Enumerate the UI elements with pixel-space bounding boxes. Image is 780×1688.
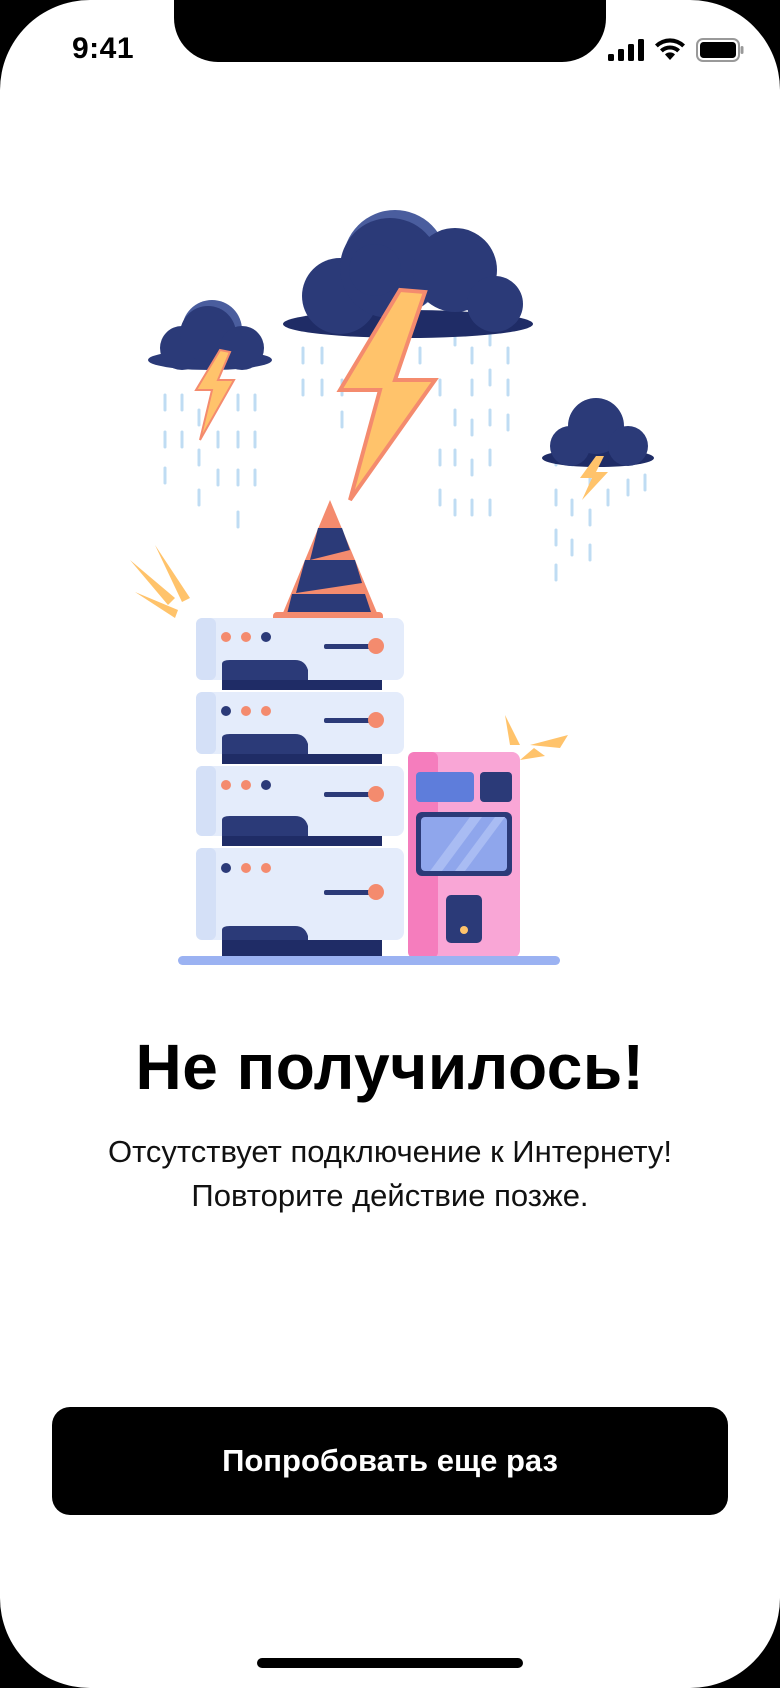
floor-line <box>178 956 560 965</box>
phone-screen: 9:41 Не получилось! Отсутствует подключе… <box>0 0 780 1688</box>
error-message-line-2: Повторите действие позже. <box>191 1178 589 1213</box>
home-indicator[interactable] <box>257 1658 523 1668</box>
retry-button[interactable]: Попробовать еще раз <box>52 1407 728 1515</box>
outage-illustration <box>130 210 654 965</box>
status-icons <box>608 36 744 64</box>
router-box-icon <box>408 752 520 958</box>
error-message: Отсутствует подключение к Интернету! Пов… <box>40 1130 740 1218</box>
cellular-signal-icon <box>608 39 644 61</box>
storm-cloud-icon <box>148 300 272 370</box>
battery-icon <box>696 38 744 62</box>
device-notch <box>174 0 606 62</box>
status-time: 9:41 <box>72 32 135 65</box>
server-rack-icon <box>196 618 404 958</box>
traffic-cone-icon <box>273 500 383 624</box>
wifi-icon <box>655 38 685 60</box>
error-message-line-1: Отсутствует подключение к Интернету! <box>107 1134 673 1169</box>
error-title: Не получилось! <box>135 1031 645 1103</box>
